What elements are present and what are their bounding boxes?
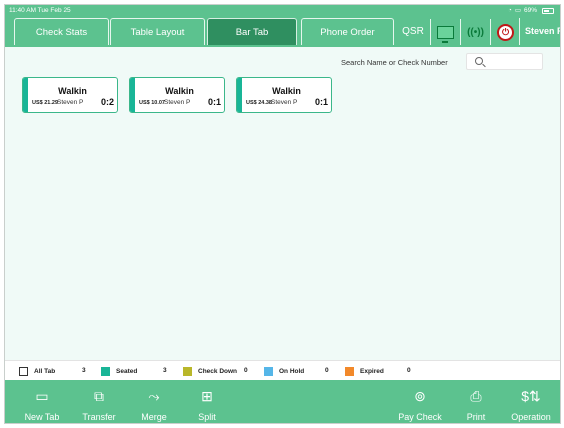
bottom-toolbar: ▭ New Tab ⧉ Transfer ⤳ Merge ⊞ Split ⊚ P… — [5, 380, 560, 423]
merge-label: Merge — [141, 412, 167, 422]
pay-check-icon: ⊚ — [414, 388, 426, 404]
search-icon — [475, 57, 483, 65]
tab-count: 0:1 — [207, 97, 221, 107]
new-tab-icon: ▭ — [35, 388, 49, 404]
tab-check-stats[interactable]: Check Stats — [14, 18, 109, 45]
tab-name: Walkin — [165, 86, 194, 96]
qsr-button[interactable]: QSR — [396, 18, 430, 45]
tab-phone-order[interactable]: Phone Order — [301, 18, 394, 45]
legend-count: 3 — [163, 367, 167, 374]
status-right: ◔ ▭ 69% — [508, 5, 554, 16]
print-label: Print — [466, 412, 486, 422]
legend-count: 0 — [244, 367, 248, 374]
operation-label: Operation — [511, 412, 551, 422]
signal-icon: ((•)) — [467, 26, 484, 38]
legend-seated[interactable]: Seated — [101, 361, 137, 381]
legend-label: Seated — [116, 367, 138, 375]
pos-screen: 11:40 AM Tue Feb 25 ◔ ▭ 69% Check Stats … — [4, 4, 561, 424]
battery-icon — [542, 7, 554, 14]
legend-all-tab[interactable]: All Tab — [19, 361, 55, 381]
user-name[interactable]: Steven P — [519, 18, 560, 45]
bar-tab-card[interactable]: Walkin US$ 21.29 Steven P 0:2 — [22, 77, 118, 113]
legend-swatch — [19, 366, 28, 376]
battery-percent: 69% — [523, 7, 537, 14]
monitor-icon — [437, 25, 454, 43]
legend-on-hold[interactable]: On Hold — [264, 361, 304, 381]
new-tab-button[interactable]: ▭ New Tab — [14, 380, 70, 423]
tab-bar-tab[interactable]: Bar Tab — [207, 18, 297, 45]
signal-button[interactable]: ((•)) — [460, 19, 490, 45]
search-input[interactable] — [487, 55, 541, 68]
status-legend: All Tab 3 Seated 3 Check Down 0 On Hold … — [5, 360, 560, 381]
legend-label: On Hold — [279, 367, 305, 375]
new-tab-label: New Tab — [24, 412, 60, 422]
tab-amount: US$ 21.29 — [32, 100, 58, 106]
tab-count: 0:2 — [100, 97, 114, 107]
legend-count: 0 — [325, 367, 329, 374]
legend-count: 0 — [407, 367, 411, 374]
tab-table-layout[interactable]: Table Layout — [110, 18, 205, 45]
legend-swatch — [264, 366, 273, 376]
bar-tab-card[interactable]: Walkin US$ 24.38 Steven P 0:1 — [236, 77, 332, 113]
tab-server: Steven P — [164, 99, 191, 106]
legend-swatch — [345, 366, 354, 376]
legend-expired[interactable]: Expired — [345, 361, 384, 381]
status-bar: 11:40 AM Tue Feb 25 ◔ ▭ 69% — [5, 5, 560, 16]
merge-button[interactable]: ⤳ Merge — [126, 380, 182, 423]
power-button[interactable]: ⏻ — [490, 19, 520, 45]
split-label: Split — [198, 412, 216, 422]
legend-label: All Tab — [34, 367, 56, 375]
tab-server: Steven P — [57, 99, 84, 106]
tab-count: 0:1 — [314, 97, 328, 107]
monitor-button[interactable] — [430, 19, 460, 45]
print-button[interactable]: ⎙ Print — [448, 380, 504, 423]
tab-amount: US$ 24.38 — [246, 100, 272, 106]
pay-check-button[interactable]: ⊚ Pay Check — [391, 380, 449, 423]
transfer-button[interactable]: ⧉ Transfer — [71, 380, 127, 423]
split-icon: ⊞ — [201, 388, 213, 404]
legend-swatch — [183, 366, 192, 376]
power-icon: ⏻ — [497, 23, 514, 41]
legend-count: 3 — [82, 367, 86, 374]
search-label: Search Name or Check Number — [341, 58, 448, 67]
printer-icon: ⎙ — [470, 388, 482, 404]
tab-name: Walkin — [272, 86, 301, 96]
merge-icon: ⤳ — [148, 388, 160, 404]
transfer-icon: ⧉ — [94, 388, 104, 404]
tab-server: Steven P — [271, 99, 298, 106]
legend-check-down[interactable]: Check Down — [183, 361, 237, 381]
tab-amount: US$ 10.07 — [139, 100, 165, 106]
legend-label: Check Down — [198, 367, 238, 375]
search-box[interactable] — [466, 53, 543, 70]
bar-tab-card[interactable]: Walkin US$ 10.07 Steven P 0:1 — [129, 77, 225, 113]
status-time-date: 11:40 AM Tue Feb 25 — [9, 7, 71, 14]
split-button[interactable]: ⊞ Split — [179, 380, 235, 423]
pay-check-label: Pay Check — [398, 412, 442, 422]
operation-button[interactable]: $⇅ Operation — [503, 380, 559, 423]
operation-icon: $⇅ — [521, 388, 541, 404]
screen-icon: ▭ — [514, 7, 521, 14]
legend-swatch — [101, 366, 110, 376]
tab-name: Walkin — [58, 86, 87, 96]
legend-label: Expired — [360, 367, 384, 375]
transfer-label: Transfer — [82, 412, 116, 422]
top-header: 11:40 AM Tue Feb 25 ◔ ▭ 69% Check Stats … — [5, 5, 560, 47]
wifi-icon: ◔ — [507, 7, 512, 14]
